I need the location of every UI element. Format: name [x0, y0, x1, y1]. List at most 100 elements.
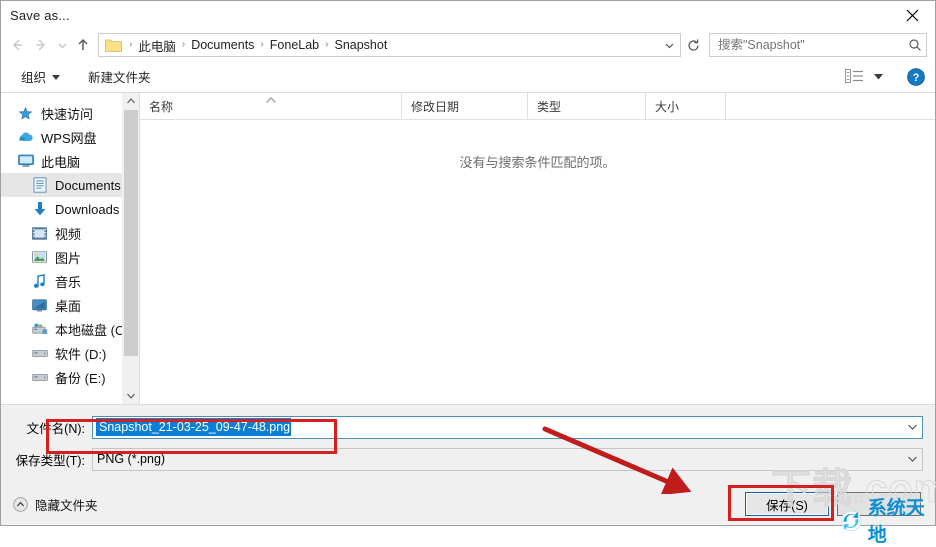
- sidebar-item-label: 桌面: [55, 298, 82, 314]
- save-as-dialog: Save as... › 此电脑 › Documents › FoneLab ›…: [0, 0, 936, 546]
- svg-text:?: ?: [913, 72, 920, 84]
- sidebar-item-label: 快速访问: [41, 106, 94, 122]
- filename-combobox[interactable]: Snapshot_21-03-25_09-47-48.png: [92, 415, 923, 439]
- column-header-row: 名称 修改日期 类型 大小: [140, 93, 935, 120]
- hide-folders-button[interactable]: 隐藏文件夹: [13, 495, 98, 514]
- help-icon: ?: [907, 67, 925, 86]
- organize-button[interactable]: 组织: [15, 64, 66, 89]
- view-options-button[interactable]: [841, 67, 868, 86]
- chevron-down-icon: [874, 73, 883, 79]
- save-form-area: 文件名(N): Snapshot_21-03-25_09-47-48.png 保…: [1, 404, 935, 483]
- scrollbar-up-button[interactable]: [123, 93, 139, 109]
- column-header-name[interactable]: 名称: [140, 93, 402, 119]
- sidebar-item-label: 视频: [55, 226, 82, 242]
- save-button[interactable]: 保存(S): [745, 492, 829, 516]
- title-bar: Save as...: [1, 1, 935, 29]
- window-title: Save as...: [10, 7, 70, 23]
- new-folder-button[interactable]: 新建文件夹: [82, 64, 157, 89]
- new-folder-label: 新建文件夹: [88, 71, 151, 85]
- view-options-icon: [845, 69, 863, 83]
- column-header-type[interactable]: 类型: [528, 93, 646, 119]
- scrollbar-thumb[interactable]: [124, 110, 138, 356]
- help-button[interactable]: ?: [907, 67, 925, 86]
- search-input[interactable]: [710, 38, 904, 52]
- filetype-row: 保存类型(T): PNG (*.png): [13, 447, 923, 471]
- up-arrow-icon: [78, 38, 88, 50]
- videos-icon: [31, 225, 48, 242]
- cloud-icon: [17, 129, 34, 146]
- sidebar-item-quick-access[interactable]: 快速访问: [1, 101, 139, 125]
- breadcrumb-bar[interactable]: › 此电脑 › Documents › FoneLab › Snapshot: [98, 33, 681, 57]
- toolbar: 组织 新建文件夹 ?: [1, 61, 935, 93]
- sidebar-item-local-disk-c[interactable]: 本地磁盘 (C:): [1, 317, 139, 341]
- sidebar-item-desktop[interactable]: 桌面: [1, 293, 139, 317]
- recent-locations-button[interactable]: [53, 33, 71, 57]
- column-header-size[interactable]: 大小: [646, 93, 726, 119]
- sidebar-item-label: 备份 (E:): [55, 370, 106, 386]
- dialog-footer: 隐藏文件夹 保存(S): [1, 483, 935, 525]
- filename-row: 文件名(N): Snapshot_21-03-25_09-47-48.png: [13, 415, 923, 439]
- filetype-dropdown-button[interactable]: [902, 449, 922, 470]
- sidebar-item-videos[interactable]: 视频: [1, 221, 139, 245]
- filetype-label: 保存类型(T):: [15, 453, 85, 468]
- breadcrumb-item-3[interactable]: Snapshot: [332, 38, 389, 52]
- sidebar-item-label: Documents: [55, 177, 121, 193]
- up-button[interactable]: [71, 33, 95, 57]
- breadcrumb-item-1[interactable]: Documents: [189, 38, 256, 52]
- recent-locations-chevron-icon: [58, 43, 66, 48]
- music-icon: [31, 273, 48, 290]
- view-options-dropdown[interactable]: [868, 72, 889, 82]
- sidebar-item-drive-d[interactable]: 软件 (D:): [1, 341, 139, 365]
- cancel-button[interactable]: [837, 492, 921, 516]
- refresh-button[interactable]: [681, 33, 705, 57]
- sidebar-item-label: 本地磁盘 (C:): [55, 322, 133, 338]
- sidebar-item-label: 此电脑: [41, 154, 81, 170]
- sidebar-item-drive-e[interactable]: 备份 (E:): [1, 365, 139, 389]
- dialog-body: 快速访问 WPS网盘 此电脑 Documents Downloads 视频 图片…: [1, 93, 935, 404]
- breadcrumb-item-2[interactable]: FoneLab: [268, 38, 321, 52]
- close-button[interactable]: [889, 1, 935, 29]
- forward-button[interactable]: [29, 33, 53, 57]
- scroll-up-icon: [127, 98, 135, 104]
- organize-label: 组织: [21, 71, 47, 85]
- address-bar-row: › 此电脑 › Documents › FoneLab › Snapshot: [1, 29, 935, 61]
- back-button[interactable]: [5, 33, 29, 57]
- breadcrumb-separator: ›: [260, 38, 264, 50]
- breadcrumb-separator: ›: [129, 38, 133, 50]
- chevron-down-icon: [52, 70, 61, 84]
- desktop-icon: [31, 297, 48, 314]
- empty-list-message: 没有与搜索条件匹配的项。: [459, 155, 616, 170]
- sort-ascending-icon: [265, 93, 276, 107]
- filename-input[interactable]: Snapshot_21-03-25_09-47-48.png: [96, 418, 292, 436]
- filename-label: 文件名(N):: [26, 421, 85, 436]
- sidebar-item-this-pc[interactable]: 此电脑: [1, 149, 139, 173]
- sidebar-item-documents[interactable]: Documents: [1, 173, 139, 197]
- sidebar-item-music[interactable]: 音乐: [1, 269, 139, 293]
- sidebar-item-label: 图片: [55, 250, 82, 266]
- search-icon: [904, 38, 926, 52]
- back-arrow-icon: [13, 39, 22, 51]
- sidebar-item-wps-cloud[interactable]: WPS网盘: [1, 125, 139, 149]
- drive-icon: [31, 345, 48, 362]
- sidebar-item-downloads[interactable]: Downloads: [1, 197, 139, 221]
- folder-icon: [105, 39, 122, 52]
- sidebar-item-label: 音乐: [55, 274, 82, 290]
- sidebar-item-pictures[interactable]: 图片: [1, 245, 139, 269]
- file-list-pane: 名称 修改日期 类型 大小 没有与搜索条件匹配的项。: [140, 93, 935, 404]
- scrollbar-down-button[interactable]: [123, 388, 139, 404]
- sidebar-scrollbar[interactable]: [122, 93, 139, 404]
- drive-icon: [31, 369, 48, 386]
- search-box[interactable]: [709, 33, 927, 57]
- forward-arrow-icon: [36, 39, 45, 51]
- close-icon: [906, 9, 918, 21]
- hide-folders-label: 隐藏文件夹: [35, 498, 98, 513]
- column-header-date-modified[interactable]: 修改日期: [402, 93, 528, 119]
- sidebar-item-label: Downloads: [55, 201, 120, 217]
- chevron-up-circle-icon: [13, 496, 28, 512]
- breadcrumb-separator: ›: [325, 38, 329, 50]
- address-dropdown-button[interactable]: [660, 34, 678, 56]
- filetype-combobox[interactable]: PNG (*.png): [92, 447, 923, 471]
- breadcrumb-item-0[interactable]: 此电脑: [136, 36, 178, 55]
- chevron-down-icon: [907, 456, 917, 462]
- filename-dropdown-button[interactable]: [902, 417, 922, 438]
